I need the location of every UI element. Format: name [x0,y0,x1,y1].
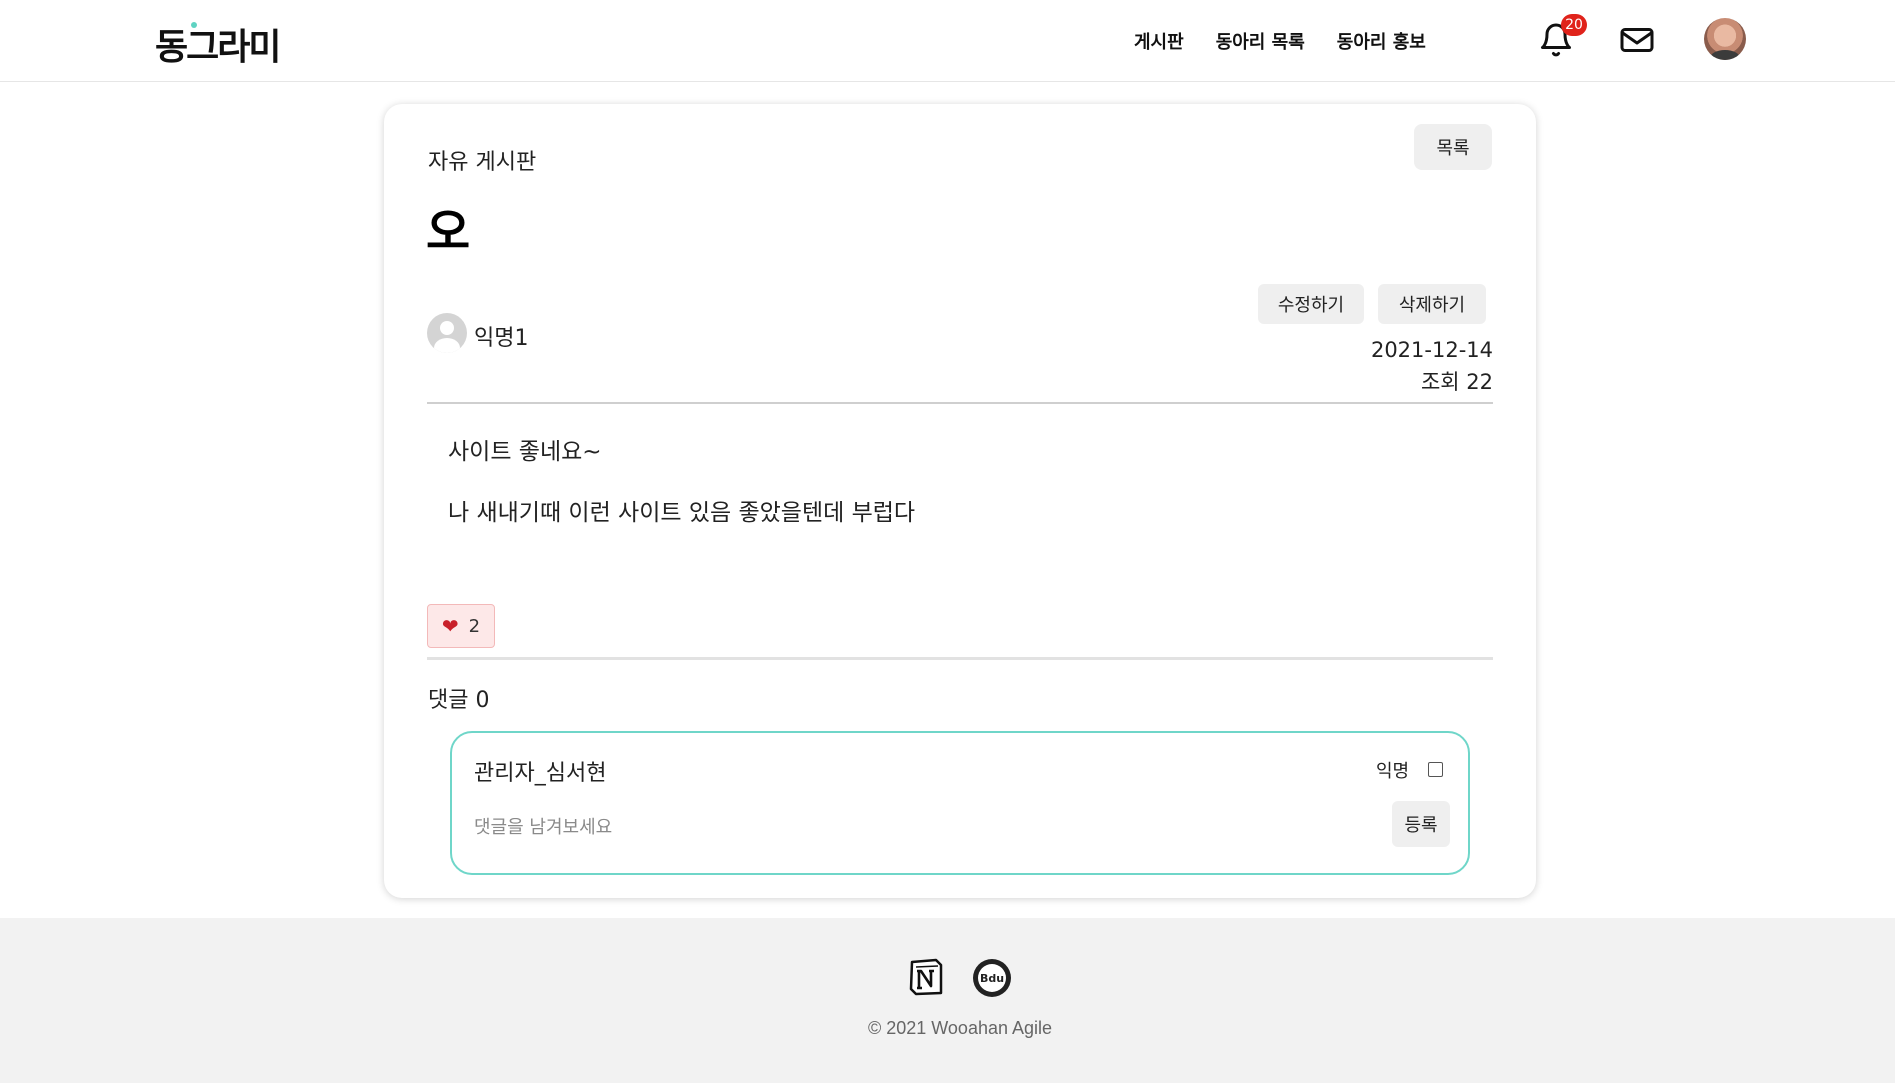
content-divider [427,402,1493,404]
nav-club-list[interactable]: 동아리 목록 [1216,28,1305,54]
nav-board[interactable]: 게시판 [1134,28,1184,54]
author-name: 익명1 [474,326,529,351]
anonymous-label: 익명 [1376,761,1410,782]
post-date: 2021-12-14 [1370,338,1493,362]
comment-count: 댓글 0 [428,688,490,713]
like-button[interactable]: ❤ 2 [427,604,495,648]
post-card: 자유 게시판 목록 오 수정하기 삭제하기 익명1 2021-12-14 조회 … [384,104,1536,898]
comment-input[interactable] [474,807,1354,847]
svg-text:Bdu: Bdu [980,972,1004,985]
submit-comment-button[interactable]: 등록 [1392,801,1450,847]
user-avatar[interactable] [1704,18,1746,60]
anonymous-checkbox[interactable] [1428,762,1443,777]
post-body-line: 나 새내기때 이런 사이트 있음 좋았을텐데 부럽다 [448,500,916,526]
author-avatar [427,313,467,353]
heart-icon: ❤ [441,614,459,638]
delete-button[interactable]: 삭제하기 [1378,284,1486,324]
comments-divider [427,657,1493,660]
main-nav: 게시판 동아리 목록 동아리 홍보 [1134,28,1426,54]
velog-icon[interactable]: Bdu [971,957,1013,999]
comment-form: 관리자_심서현 익명 등록 [450,731,1470,875]
footer: Bdu © 2021 Wooahan Agile [0,918,1895,1083]
nav-club-promo[interactable]: 동아리 홍보 [1337,28,1426,54]
site-logo[interactable]: 동그라미 [155,18,281,70]
like-count: 2 [468,615,481,637]
edit-button[interactable]: 수정하기 [1258,284,1364,324]
mail-icon[interactable] [1619,24,1655,56]
top-header: 동그라미 게시판 동아리 목록 동아리 홍보 20 [0,0,1895,82]
view-count: 조회 22 [1420,370,1493,394]
copyright-text: © 2021 Wooahan Agile [867,1018,1053,1038]
logo-dot [191,22,197,28]
notification-badge: 20 [1561,14,1587,36]
commenter-name: 관리자_심서현 [474,761,607,786]
post-body-line: 사이트 좋네요~ [448,439,602,465]
list-button[interactable]: 목록 [1414,124,1492,170]
notion-icon[interactable] [908,958,944,996]
post-title: 오 [426,204,471,260]
board-name: 자유 게시판 [428,150,537,175]
